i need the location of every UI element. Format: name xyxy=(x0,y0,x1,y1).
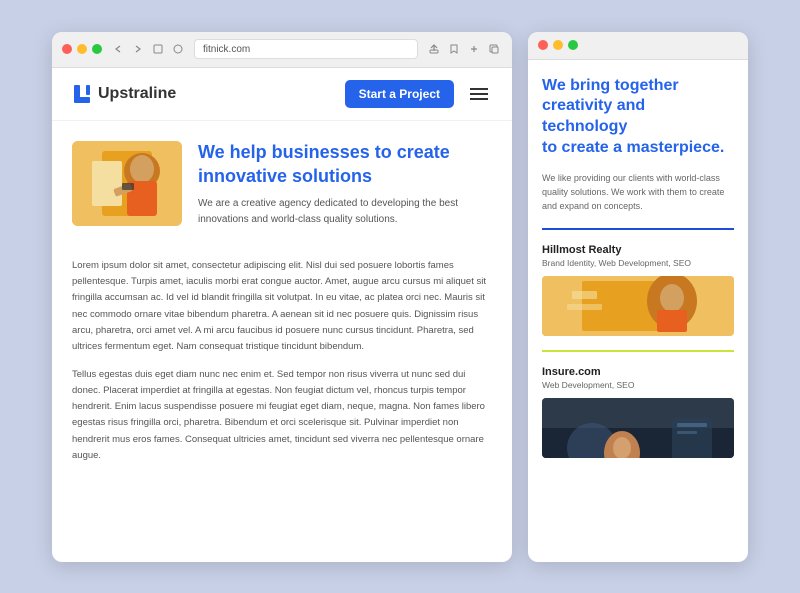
site-logo: Upstraline xyxy=(72,83,176,105)
address-bar[interactable]: fitnick.com xyxy=(194,39,418,59)
project-divider xyxy=(542,350,734,352)
hero-subtext: We are a creative agency dedicated to de… xyxy=(198,196,492,228)
browser-actions xyxy=(426,41,502,57)
start-project-button[interactable]: Start a Project xyxy=(345,80,454,108)
project-item-2: Insure.com Web Development, SEO xyxy=(542,366,734,458)
body-paragraph-2: Tellus egestas duis eget diam nunc nec e… xyxy=(72,367,492,464)
new-window-icon[interactable] xyxy=(486,41,502,57)
hamburger-line-1 xyxy=(470,88,488,90)
minimize-button[interactable] xyxy=(77,44,87,54)
nav-right: Start a Project xyxy=(345,80,492,108)
project-2-image xyxy=(542,398,734,458)
mobile-headline: We bring together creativity and technol… xyxy=(542,76,734,159)
forward-button[interactable] xyxy=(130,41,146,57)
hero-illustration xyxy=(72,141,182,226)
add-tab-icon[interactable] xyxy=(466,41,482,57)
browser-controls xyxy=(110,41,186,57)
logo-text: Upstraline xyxy=(98,85,176,103)
hero-image xyxy=(72,141,182,226)
hamburger-menu[interactable] xyxy=(466,84,492,104)
hero-headline: We help businesses to create innovative … xyxy=(198,141,492,188)
project-1-title: Hillmost Realty xyxy=(542,244,734,256)
url-text: fitnick.com xyxy=(203,44,250,55)
mobile-browser-window: We bring together creativity and technol… xyxy=(528,32,748,562)
project-1-illustration xyxy=(542,276,734,336)
mobile-subtext: We like providing our clients with world… xyxy=(542,171,734,214)
mobile-headline-line1: We bring together xyxy=(542,77,679,94)
project-2-tags: Web Development, SEO xyxy=(542,380,734,390)
mobile-minimize-button[interactable] xyxy=(553,40,563,50)
mobile-close-button[interactable] xyxy=(538,40,548,50)
project-2-title: Insure.com xyxy=(542,366,734,378)
site-navigation: Upstraline Start a Project xyxy=(52,68,512,121)
bookmark-icon[interactable] xyxy=(446,41,462,57)
mobile-traffic-lights xyxy=(538,40,578,50)
browser-toolbar: fitnick.com xyxy=(52,32,512,69)
mobile-content: We bring together creativity and technol… xyxy=(528,60,748,562)
maximize-button[interactable] xyxy=(92,44,102,54)
share-icon[interactable] xyxy=(426,41,442,57)
project-item-1: Hillmost Realty Brand Identity, Web Deve… xyxy=(542,244,734,336)
desktop-browser-window: fitnick.com xyxy=(52,32,512,562)
tab-icon xyxy=(150,41,166,57)
body-content: Lorem ipsum dolor sit amet, consectetur … xyxy=(52,248,512,486)
hero-image-placeholder xyxy=(72,141,182,226)
mobile-maximize-button[interactable] xyxy=(568,40,578,50)
hero-section: We help businesses to create innovative … xyxy=(52,121,512,248)
hamburger-line-3 xyxy=(470,98,488,100)
mobile-headline-line3: to create a masterpiece. xyxy=(542,139,724,156)
hamburger-line-2 xyxy=(470,93,488,95)
section-divider xyxy=(542,228,734,230)
project-1-tags: Brand Identity, Web Development, SEO xyxy=(542,258,734,268)
traffic-lights xyxy=(62,44,102,54)
mobile-headline-line2: creativity and technology xyxy=(542,97,645,135)
fullscreen-icon xyxy=(170,41,186,57)
logo-icon xyxy=(72,83,92,105)
project-2-illustration xyxy=(542,398,734,458)
body-paragraph-1: Lorem ipsum dolor sit amet, consectetur … xyxy=(72,258,492,355)
mobile-browser-toolbar xyxy=(528,32,748,60)
project-1-image xyxy=(542,276,734,336)
back-button[interactable] xyxy=(110,41,126,57)
desktop-content: Upstraline Start a Project xyxy=(52,68,512,561)
close-button[interactable] xyxy=(62,44,72,54)
hero-text: We help businesses to create innovative … xyxy=(198,141,492,228)
